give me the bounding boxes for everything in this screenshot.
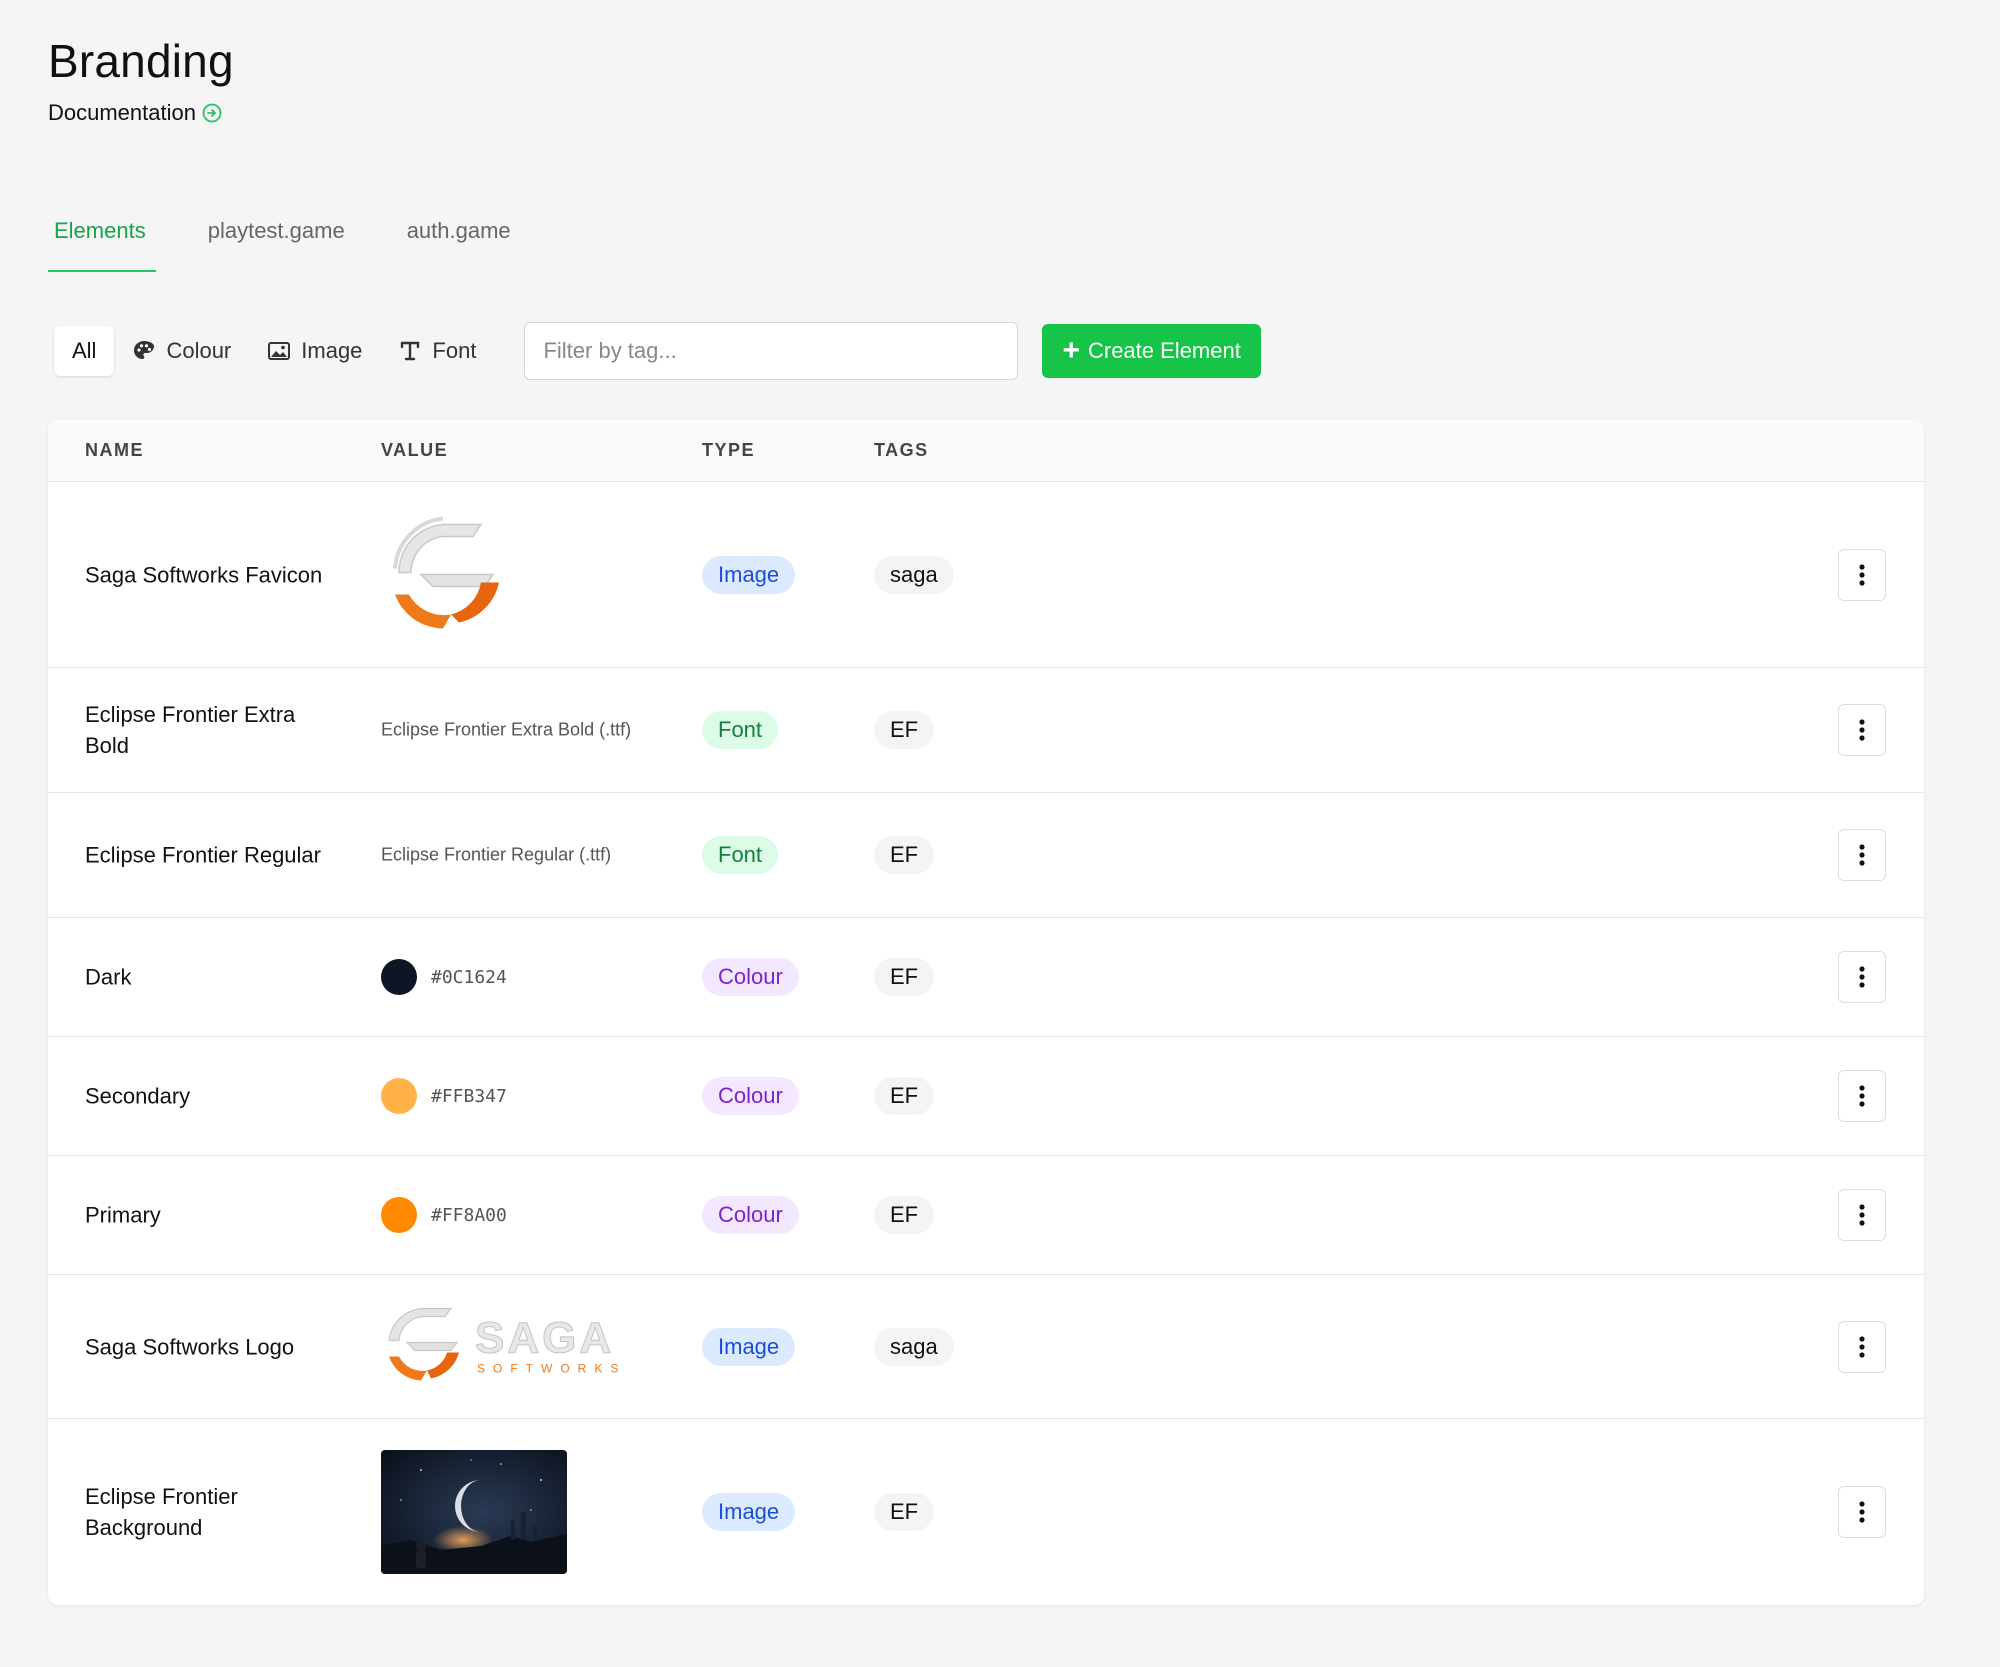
favicon-preview	[381, 510, 505, 639]
font-file-value: Eclipse Frontier Extra Bold (.ttf)	[381, 719, 632, 740]
table-row: Dark #0C1624 Colour EF	[48, 918, 1924, 1037]
type-badge: Colour	[702, 1196, 799, 1234]
saga-favicon-image	[393, 516, 499, 628]
header-name: NAME	[85, 440, 144, 460]
palette-icon	[134, 341, 155, 359]
documentation-link-label: Documentation	[48, 100, 196, 125]
row-menu-button[interactable]	[1838, 704, 1886, 756]
filter-font-label: Font	[432, 338, 477, 363]
documentation-link[interactable]: Documentation	[48, 100, 234, 126]
tag-chip: EF	[874, 836, 935, 874]
tag-filter-input[interactable]	[524, 322, 1019, 380]
table-row: Eclipse Frontier Background Image EF	[48, 1419, 1924, 1605]
create-element-button[interactable]: + Create Element	[1042, 324, 1261, 378]
table-row: Saga Softworks Favicon Image saga	[48, 482, 1924, 668]
row-menu-button[interactable]	[1838, 951, 1886, 1003]
type-badge: Font	[702, 836, 779, 874]
tag-chip: EF	[874, 1077, 935, 1115]
kebab-menu-icon	[1859, 1501, 1865, 1523]
kebab-menu-icon	[1859, 1085, 1865, 1107]
type-badge: Image	[702, 1327, 796, 1366]
logo-subtitle: SOFTWORKS	[477, 1361, 626, 1375]
kebab-menu-icon	[1859, 719, 1865, 741]
logo-preview: SAGA SOFTWORKS	[381, 1302, 631, 1391]
tag-chip: saga	[874, 555, 954, 594]
element-name: Dark	[85, 964, 132, 990]
arrow-right-circle-icon	[202, 103, 222, 123]
image-icon	[268, 342, 291, 360]
type-badge: Colour	[702, 958, 799, 996]
colour-value: #FF8A00	[381, 1197, 507, 1233]
colour-swatch	[381, 1078, 417, 1114]
tag-chip: saga	[874, 1327, 954, 1366]
type-badge: Image	[702, 555, 796, 594]
space-background-image	[381, 1450, 567, 1574]
tab-auth-game[interactable]: auth.game	[401, 210, 517, 272]
kebab-menu-icon	[1859, 966, 1865, 988]
create-element-label: Create Element	[1087, 338, 1241, 363]
colour-hex: #FF8A00	[431, 1204, 507, 1226]
header-tags: TAGS	[874, 440, 929, 460]
filter-image-label: Image	[301, 338, 363, 363]
table-row: Secondary #FFB347 Colour EF	[48, 1037, 1924, 1156]
colour-swatch	[381, 1197, 417, 1233]
kebab-menu-icon	[1859, 844, 1865, 866]
tag-chip: EF	[874, 1196, 935, 1234]
filter-colour-button[interactable]: Colour	[114, 326, 249, 376]
row-menu-button[interactable]	[1838, 1320, 1886, 1373]
header-type: TYPE	[702, 440, 756, 460]
header-value: VALUE	[381, 440, 449, 460]
table-row: Primary #FF8A00 Colour EF	[48, 1156, 1924, 1275]
element-name: Primary	[85, 1202, 161, 1228]
filter-font-button[interactable]: Font	[380, 326, 494, 376]
element-name: Saga Softworks Logo	[85, 1334, 295, 1359]
page-header: Branding Documentation	[48, 34, 234, 126]
background-preview	[381, 1450, 567, 1574]
filter-colour-label: Colour	[166, 338, 232, 363]
row-menu-button[interactable]	[1838, 829, 1886, 881]
tag-chip: EF	[874, 711, 935, 749]
table-header: NAME VALUE TYPE TAGS	[48, 420, 1924, 482]
logo-word: SAGA	[475, 1313, 614, 1362]
filter-all-button[interactable]: All	[54, 326, 115, 376]
element-name: Secondary	[85, 1083, 191, 1109]
element-name: Eclipse Frontier Extra Bold	[85, 702, 296, 758]
filter-image-button[interactable]: Image	[249, 326, 380, 376]
tab-playtest-game[interactable]: playtest.game	[202, 210, 351, 272]
type-badge: Font	[702, 711, 779, 749]
element-name: Eclipse Frontier Background	[85, 1484, 238, 1540]
row-menu-button[interactable]	[1838, 1070, 1886, 1122]
saga-logo-image: SAGA SOFTWORKS	[388, 1307, 626, 1380]
kebab-menu-icon	[1859, 563, 1865, 586]
tab-elements[interactable]: Elements	[48, 210, 156, 272]
colour-value: #FFB347	[381, 1078, 507, 1114]
colour-hex: #0C1624	[431, 966, 507, 988]
tag-chip: EF	[874, 958, 935, 996]
colour-swatch	[381, 959, 417, 995]
row-menu-button[interactable]	[1838, 1189, 1886, 1241]
elements-table: NAME VALUE TYPE TAGS Saga Softworks Favi…	[48, 420, 1924, 1605]
colour-hex: #FFB347	[431, 1085, 507, 1107]
element-name: Eclipse Frontier Regular	[85, 842, 321, 868]
element-name: Saga Softworks Favicon	[85, 562, 323, 587]
row-menu-button[interactable]	[1838, 1486, 1886, 1538]
tag-chip: EF	[874, 1493, 935, 1531]
tab-bar: Elements playtest.game auth.game	[48, 210, 567, 272]
kebab-menu-icon	[1859, 1335, 1865, 1358]
page-title: Branding	[48, 35, 234, 87]
row-menu-button[interactable]	[1838, 548, 1886, 601]
table-row: Eclipse Frontier Extra Bold Eclipse Fron…	[48, 668, 1924, 793]
type-badge: Image	[702, 1493, 796, 1531]
filter-all-label: All	[72, 338, 97, 363]
filter-toolbar: All Colour Image Font + Create Element	[54, 322, 1261, 380]
colour-value: #0C1624	[381, 959, 507, 995]
kebab-menu-icon	[1859, 1204, 1865, 1226]
table-row: Saga Softworks Logo SAGA SOFTWORKS Image…	[48, 1275, 1924, 1419]
font-file-value: Eclipse Frontier Regular (.ttf)	[381, 844, 612, 865]
font-icon	[401, 341, 420, 361]
table-row: Eclipse Frontier Regular Eclipse Frontie…	[48, 793, 1924, 918]
plus-icon: +	[1062, 334, 1080, 367]
type-badge: Colour	[702, 1077, 799, 1115]
